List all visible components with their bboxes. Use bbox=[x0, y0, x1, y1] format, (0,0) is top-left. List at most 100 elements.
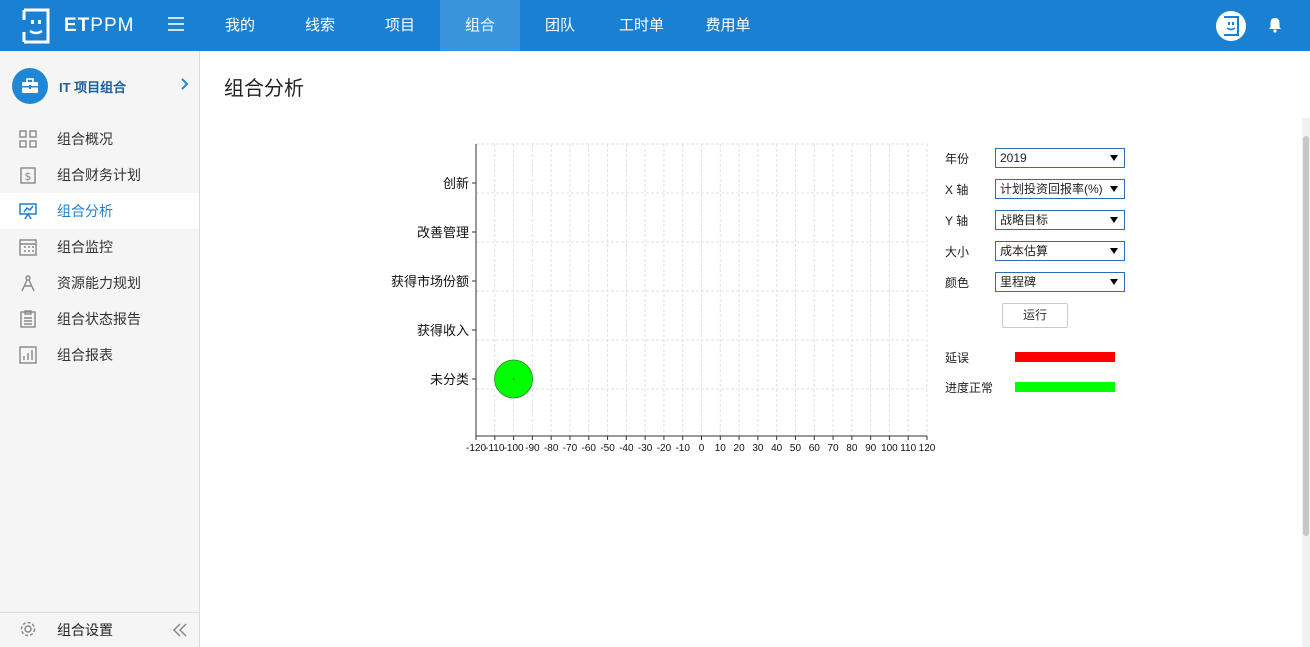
x-tick-label: 120 bbox=[919, 443, 936, 454]
dropdown-arrow-icon bbox=[1110, 248, 1118, 254]
color-select[interactable]: 里程碑 bbox=[995, 272, 1125, 292]
user-avatar[interactable] bbox=[1216, 11, 1246, 41]
legend-swatch-delayed bbox=[1015, 352, 1115, 362]
y-category-label: 创新 bbox=[443, 176, 469, 192]
x-tick-label: -70 bbox=[563, 443, 578, 454]
x-tick-label: -30 bbox=[638, 443, 653, 454]
x-tick-label: 50 bbox=[790, 443, 802, 454]
app-name: ETPPM bbox=[64, 15, 135, 36]
dropdown-arrow-icon bbox=[1110, 186, 1118, 192]
dropdown-arrow-icon bbox=[1110, 217, 1118, 223]
main-nav: 我的 线索 项目 组合 团队 工时单 费用单 bbox=[200, 0, 773, 51]
legend-swatch-on-track bbox=[1015, 382, 1115, 392]
avatar-face-icon bbox=[1224, 16, 1239, 36]
portfolio-bubble-chart: -120 -110 -100 -90 -80 -70 -60 -50 -40 -30 -20 -10 0… bbox=[391, 143, 936, 454]
dropdown-arrow-icon bbox=[1110, 279, 1118, 285]
collapse-sidebar-icon[interactable] bbox=[172, 623, 188, 637]
x-tick-label: -120 bbox=[466, 443, 486, 454]
x-tick-label: 0 bbox=[699, 443, 705, 454]
nav-item-timesheet[interactable]: 工时单 bbox=[600, 0, 683, 51]
nav-item-team[interactable]: 团队 bbox=[520, 0, 600, 51]
year-row: 年份 2019 bbox=[945, 148, 1125, 168]
x-tick-label: 20 bbox=[734, 443, 746, 454]
sidebar-item-label: 组合状态报告 bbox=[57, 311, 141, 327]
nav-item-expense[interactable]: 费用单 bbox=[683, 0, 773, 51]
sidebar-item-label: 组合概况 bbox=[57, 131, 113, 147]
sidebar-item-reports[interactable]: 组合报表 bbox=[0, 337, 199, 373]
year-label: 年份 bbox=[945, 152, 970, 166]
sidebar-item-resource-planning[interactable]: 资源能力规划 bbox=[0, 265, 199, 301]
x-tick-label: 10 bbox=[715, 443, 727, 454]
x-tick-label: 80 bbox=[846, 443, 858, 454]
sidebar-item-label: 资源能力规划 bbox=[57, 275, 141, 291]
grid-icon bbox=[19, 130, 37, 148]
y-category-label: 改善管理 bbox=[417, 225, 469, 241]
x-tick-label: -40 bbox=[619, 443, 634, 454]
sidebar-footer-label: 组合设置 bbox=[57, 622, 113, 638]
logo-icon bbox=[22, 8, 50, 44]
y-axis-row: Y 轴 战略目标 bbox=[945, 210, 1125, 230]
x-axis-label: X 轴 bbox=[945, 183, 969, 197]
sidebar-item-label: 组合分析 bbox=[57, 203, 113, 219]
bell-icon[interactable] bbox=[1266, 16, 1284, 34]
menu-toggle-icon[interactable] bbox=[168, 17, 184, 31]
clipboard-icon bbox=[19, 310, 37, 328]
finance-icon: $ bbox=[19, 166, 37, 184]
year-select[interactable]: 2019 bbox=[995, 148, 1125, 168]
nav-item-projects[interactable]: 项目 bbox=[360, 0, 440, 51]
legend-label-delayed: 延误 bbox=[945, 351, 970, 365]
y-category-label: 未分类 bbox=[430, 373, 469, 388]
nav-item-mine[interactable]: 我的 bbox=[200, 0, 280, 51]
y-category-label: 获得市场份额 bbox=[391, 274, 469, 290]
portfolio-name: IT 项目组合 bbox=[59, 79, 127, 95]
x-tick-label: -20 bbox=[657, 443, 672, 454]
briefcase-icon bbox=[12, 68, 48, 104]
presentation-icon bbox=[19, 202, 37, 220]
x-tick-label: -60 bbox=[582, 443, 597, 454]
y-category-label: 获得收入 bbox=[417, 323, 469, 339]
x-tick-label: 70 bbox=[827, 443, 839, 454]
x-axis-row: X 轴 计划投资回报率(%) bbox=[945, 179, 1125, 199]
x-tick-label: 110 bbox=[900, 443, 916, 454]
sidebar-item-analysis[interactable]: 组合分析 bbox=[0, 193, 199, 229]
x-tick-label: 60 bbox=[809, 443, 821, 454]
nav-item-leads[interactable]: 线索 bbox=[280, 0, 360, 51]
sidebar-item-label: 组合财务计划 bbox=[57, 167, 141, 183]
calendar-icon bbox=[19, 238, 37, 256]
sidebar-item-label: 组合报表 bbox=[57, 347, 113, 363]
sidebar-item-monitor[interactable]: 组合监控 bbox=[0, 229, 199, 265]
page-title: 组合分析 bbox=[224, 78, 304, 100]
y-axis-label: Y 轴 bbox=[945, 214, 969, 228]
sidebar-item-settings[interactable]: 组合设置 bbox=[0, 612, 199, 647]
app-logo[interactable]: ETPPM bbox=[20, 8, 134, 44]
page-scrollbar[interactable] bbox=[1302, 118, 1310, 647]
svg-text:$: $ bbox=[25, 170, 32, 183]
color-label: 颜色 bbox=[945, 276, 970, 290]
y-axis-select[interactable]: 战略目标 bbox=[995, 210, 1125, 230]
sidebar-item-overview[interactable]: 组合概况 bbox=[0, 121, 199, 157]
scrollbar-thumb[interactable] bbox=[1303, 136, 1309, 536]
x-axis-select[interactable]: 计划投资回报率(%) bbox=[995, 179, 1125, 199]
data-bubble-center bbox=[512, 378, 515, 380]
sidebar-item-finance-plan[interactable]: $ 组合财务计划 bbox=[0, 157, 199, 193]
portfolio-selector[interactable]: IT 项目组合 bbox=[0, 51, 199, 121]
x-tick-label: -10 bbox=[675, 443, 690, 454]
gear-icon bbox=[19, 620, 37, 641]
dropdown-arrow-icon bbox=[1110, 155, 1118, 161]
nav-item-portfolio[interactable]: 组合 bbox=[440, 0, 520, 51]
sidebar-item-label: 组合监控 bbox=[57, 239, 113, 255]
size-label: 大小 bbox=[945, 245, 970, 259]
sidebar: IT 项目组合 组合概况 $ 组合财务计划 组合分析 组合监控 资源能力规划 组… bbox=[0, 51, 200, 647]
run-button[interactable]: 运行 bbox=[1002, 303, 1068, 328]
bar-report-icon bbox=[19, 346, 37, 364]
compass-icon bbox=[19, 274, 37, 292]
top-navigation-bar: ETPPM 我的 线索 项目 组合 团队 工时单 费用单 bbox=[0, 0, 1310, 51]
x-tick-label: -90 bbox=[525, 443, 540, 454]
x-tick-label: -50 bbox=[600, 443, 615, 454]
x-tick-label: 100 bbox=[881, 443, 898, 454]
size-select[interactable]: 成本估算 bbox=[995, 241, 1125, 261]
x-tick-label: -110 bbox=[485, 443, 505, 454]
size-row: 大小 成本估算 bbox=[945, 241, 1125, 261]
sidebar-item-status-report[interactable]: 组合状态报告 bbox=[0, 301, 199, 337]
x-tick-label: 30 bbox=[752, 443, 764, 454]
